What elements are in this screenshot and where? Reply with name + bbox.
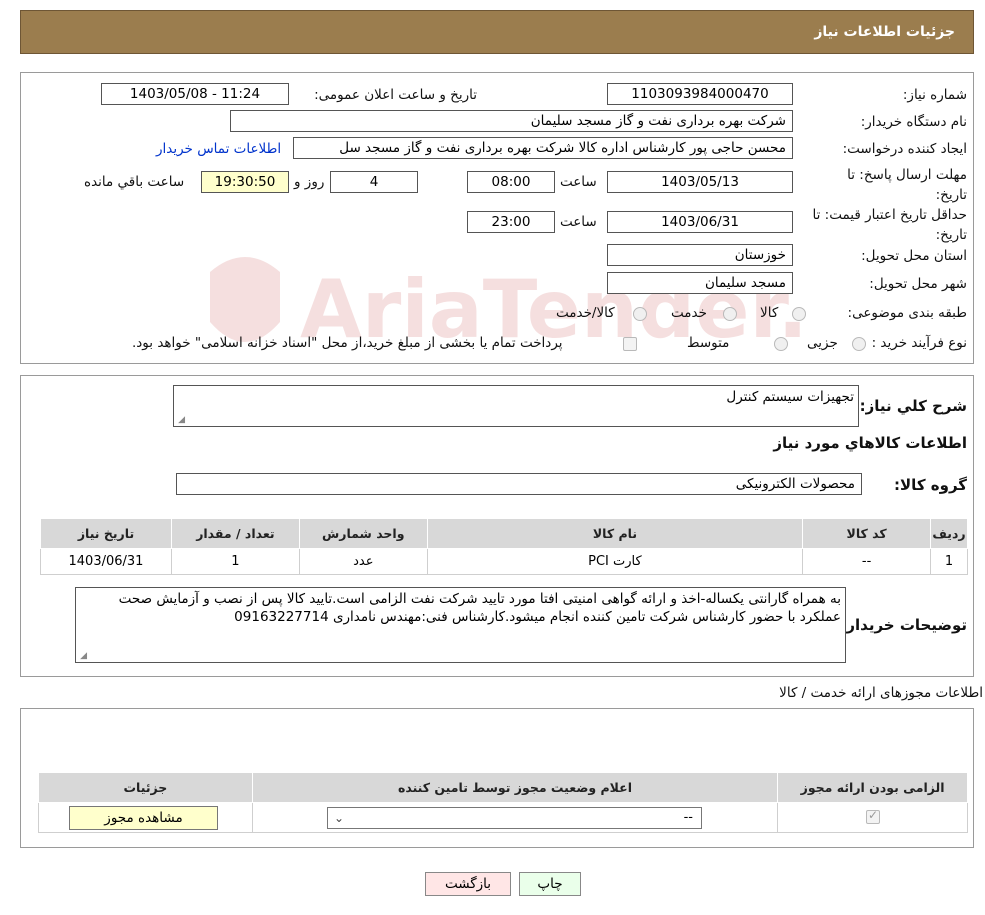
buyer-org-field: شرکت بهره برداری نفت و گاز مسجد سلیمان <box>230 110 793 132</box>
col-license-status: اعلام وضعیت مجوز توسط تامین کننده <box>251 772 779 803</box>
view-license-button[interactable]: مشاهده مجوز <box>69 806 218 830</box>
remaining-time-field: 19:30:50 <box>201 171 289 193</box>
city-label: شهر محل تحویل: <box>869 276 967 292</box>
category-radio-goods-service[interactable] <box>633 307 647 321</box>
announce-field: 1403/05/08 - 11:24 <box>101 83 289 105</box>
cell-row: 1 <box>930 548 968 575</box>
process-radio-medium[interactable] <box>774 337 788 351</box>
back-button[interactable]: بازگشت <box>425 872 511 896</box>
licenses-section-title: اطلاعات مجوزهای ارائه خدمت / کالا <box>779 685 983 701</box>
goods-section-title: اطلاعات کالاهاي مورد نياز <box>773 434 967 452</box>
buyer-notes-textarea: به همراه گارانتی یکساله-اخذ و ارائه گواه… <box>75 587 846 663</box>
deadline-time-field: 08:00 <box>467 171 555 193</box>
licenses-table-header: الزامی بودن ارائه مجوز اعلام وضعیت مجوز … <box>38 772 968 803</box>
col-code: کد کالا <box>802 518 932 549</box>
category-radio-goods[interactable] <box>792 307 806 321</box>
cell-name: کارت PCI <box>426 548 804 575</box>
col-license-required: الزامی بودن ارائه مجوز <box>777 772 968 803</box>
cell-date: 1403/06/31 <box>40 548 172 575</box>
deadline-date-field: 1403/05/13 <box>607 171 793 193</box>
category-label: طبقه بندی موضوعی: <box>847 305 967 321</box>
description-text: تجهیزات سیستم کنترل <box>726 389 854 405</box>
col-qty: تعداد / مقدار <box>170 518 300 549</box>
page-title: جزئیات اطلاعات نیاز <box>814 24 955 40</box>
resize-grip-icon: ◢ <box>80 651 87 661</box>
deadline-label: مهلت ارسال پاسخ: تا تاریخ: <box>847 167 967 203</box>
col-name: نام کالا <box>426 518 804 549</box>
validity-date-field: 1403/06/31 <box>607 211 793 233</box>
goods-table-header: رديف کد کالا نام کالا واحد شمارش تعداد /… <box>40 518 968 549</box>
col-license-details: جزئیات <box>38 772 253 803</box>
buyer-notes-label: توضیحات خریدار: <box>840 616 967 634</box>
process-label: نوع فرآیند خرید : <box>871 335 967 351</box>
treasury-payment-checkbox[interactable] <box>623 337 637 351</box>
category-option-goods-service: کالا/خدمت <box>556 305 615 321</box>
description-textarea: تجهیزات سیستم کنترل ◢ <box>173 385 859 427</box>
goods-group-label: گروه کالا: <box>894 476 967 494</box>
announce-label: تاریخ و ساعت اعلان عمومی: <box>314 87 477 103</box>
province-label: استان محل تحویل: <box>861 248 967 264</box>
payment-note: پرداخت تمام یا بخشی از مبلغ خرید،از محل … <box>132 335 563 351</box>
table-row: 1 -- کارت PCI عدد 1 1403/06/31 <box>40 548 968 575</box>
province-field: خوزستان <box>607 244 793 266</box>
category-option-service: خدمت <box>671 305 707 321</box>
cell-unit: عدد <box>298 548 428 575</box>
need-number-field: 1103093984000470 <box>607 83 793 105</box>
col-date: تاریخ نیاز <box>40 518 172 549</box>
print-button[interactable]: چاپ <box>519 872 581 896</box>
need-number-label: شماره نیاز: <box>902 87 967 103</box>
chevron-down-icon: ⌄ <box>334 811 345 825</box>
deadline-time-label: ساعت <box>560 174 597 190</box>
days-label: روز و <box>294 174 325 190</box>
license-status-value: -- <box>683 810 693 825</box>
license-required-checkbox <box>866 808 880 824</box>
validity-time-field: 23:00 <box>467 211 555 233</box>
buyer-notes-text: به همراه گارانتی یکساله-اخذ و ارائه گواه… <box>118 591 841 625</box>
process-option-minor: جزیی <box>807 335 838 351</box>
license-status-select[interactable]: -- ⌄ <box>327 807 702 829</box>
description-label: شرح کلي نياز: <box>859 397 967 415</box>
col-row: رديف <box>930 518 968 549</box>
process-radio-minor[interactable] <box>852 337 866 351</box>
goods-group-field: محصولات الکترونیکی <box>176 473 862 495</box>
remaining-label: ساعت باقي مانده <box>84 174 185 190</box>
resize-grip-icon: ◢ <box>178 415 185 425</box>
process-option-medium: متوسط <box>687 335 730 351</box>
creator-label: ایجاد کننده درخواست: <box>842 141 967 157</box>
days-field: 4 <box>330 171 418 193</box>
page-header: جزئیات اطلاعات نیاز <box>20 10 974 54</box>
city-field: مسجد سلیمان <box>607 272 793 294</box>
buyer-contact-link[interactable]: اطلاعات تماس خریدار <box>156 141 281 157</box>
col-unit: واحد شمارش <box>298 518 428 549</box>
creator-field: محسن حاجی پور کارشناس اداره کالا شرکت به… <box>293 137 793 159</box>
buyer-org-label: نام دستگاه خریدار: <box>860 114 967 130</box>
category-option-goods: کالا <box>760 305 779 321</box>
cell-qty: 1 <box>170 548 300 575</box>
category-radio-service[interactable] <box>723 307 737 321</box>
cell-code: -- <box>802 548 932 575</box>
validity-time-label: ساعت <box>560 214 597 230</box>
goods-table: رديف کد کالا نام کالا واحد شمارش تعداد /… <box>40 518 968 575</box>
validity-label: حداقل تاریخ اعتبار قیمت: تا تاریخ: <box>812 207 967 243</box>
